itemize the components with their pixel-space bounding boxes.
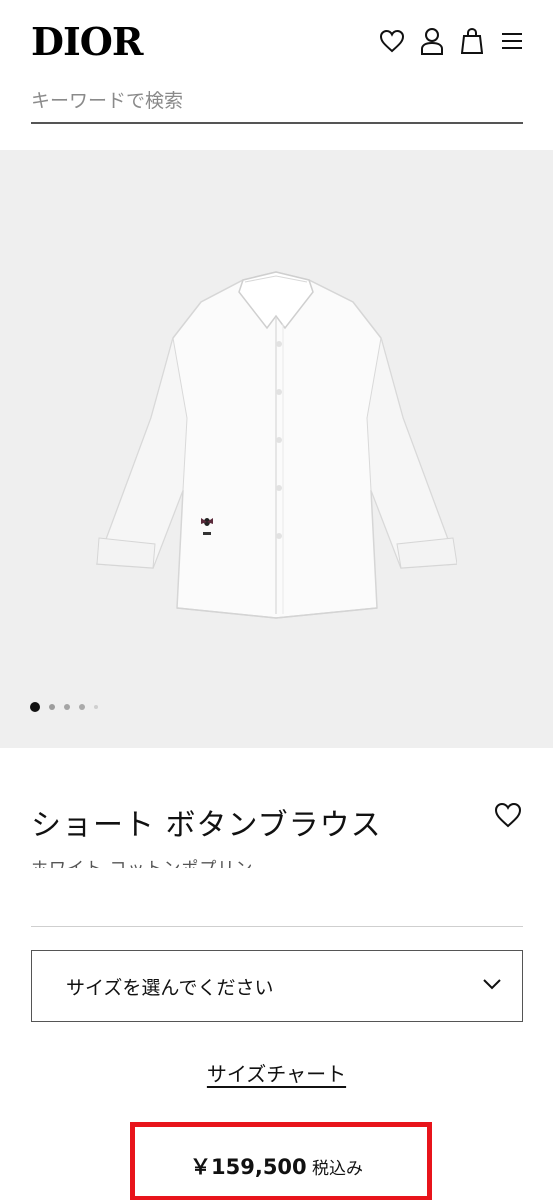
size-chart-link[interactable]: サイズチャート xyxy=(207,1062,346,1086)
slide-dot[interactable] xyxy=(79,704,85,710)
shopping-bag-icon[interactable] xyxy=(459,26,485,56)
tax-included-label: 税込み xyxy=(312,1159,363,1179)
size-chart-row: サイズチャート xyxy=(0,1058,553,1087)
dior-logo[interactable]: DIOR xyxy=(31,20,143,64)
product-price: ￥159,500 xyxy=(190,1155,307,1179)
size-select-dropdown[interactable]: サイズを選んでください xyxy=(31,950,523,1022)
slide-indicators xyxy=(30,702,98,712)
menu-icon[interactable] xyxy=(499,26,525,56)
product-subtitle: ホワイト コットンポプリン xyxy=(31,858,253,868)
price-highlight-underline xyxy=(130,1196,432,1200)
slide-dot[interactable] xyxy=(49,704,55,710)
slide-dot-active[interactable] xyxy=(30,702,40,712)
heart-icon[interactable] xyxy=(379,26,405,56)
product-image-gallery[interactable] xyxy=(0,150,553,748)
chevron-down-icon xyxy=(483,979,501,990)
product-title: ショート ボタンブラウス xyxy=(31,808,382,843)
slide-dot[interactable] xyxy=(64,704,70,710)
add-to-wishlist-heart-icon[interactable] xyxy=(494,802,522,828)
divider xyxy=(31,926,523,927)
slide-dot[interactable] xyxy=(94,705,98,709)
search-input[interactable] xyxy=(31,82,523,120)
header-icons xyxy=(379,26,525,56)
size-select-label: サイズを選んでください xyxy=(66,976,274,999)
price-highlight-box: ￥159,500 税込み xyxy=(130,1122,432,1200)
user-icon[interactable] xyxy=(419,26,445,56)
search-bar xyxy=(31,82,523,124)
header: DIOR xyxy=(0,0,553,150)
product-image xyxy=(95,271,457,619)
